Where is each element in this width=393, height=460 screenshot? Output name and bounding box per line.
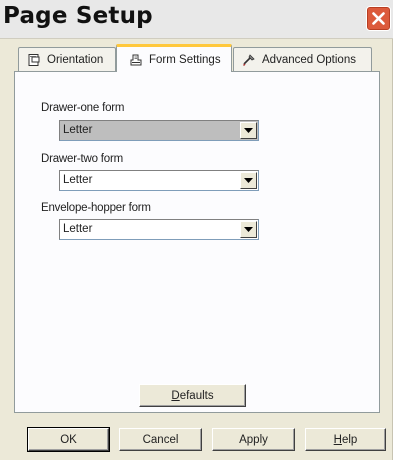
cancel-button[interactable]: Cancel — [119, 428, 202, 451]
form-settings-panel: Drawer-one form Letter Drawer-two form L… — [14, 71, 380, 413]
chevron-down-icon — [244, 178, 253, 183]
orientation-icon — [28, 53, 40, 66]
help-button[interactable]: Help — [305, 428, 386, 451]
help-button-label: Help — [333, 433, 358, 446]
tab-form-settings[interactable]: Form Settings — [116, 44, 232, 72]
cancel-button-label: Cancel — [142, 433, 179, 446]
drawer-two-form-value: Letter — [63, 174, 93, 186]
close-icon — [372, 12, 385, 25]
envelope-hopper-form-value: Letter — [63, 223, 93, 235]
title-bar[interactable]: Page Setup — [0, 0, 393, 39]
advanced-options-icon — [242, 53, 255, 66]
drawer-two-dropdown-button[interactable] — [240, 172, 257, 189]
ok-button-label: OK — [60, 433, 77, 446]
defaults-button-label: Defaults — [171, 389, 214, 402]
close-button[interactable] — [366, 6, 391, 31]
ok-button[interactable]: OK — [27, 427, 110, 452]
envelope-hopper-dropdown-button[interactable] — [240, 221, 257, 238]
apply-button-label: Apply — [239, 433, 268, 446]
tab-advanced-options-label: Advanced Options — [262, 53, 356, 66]
drawer-two-form-select[interactable]: Letter — [59, 170, 259, 191]
tab-advanced-options[interactable]: Advanced Options — [233, 47, 372, 71]
defaults-button[interactable]: Defaults — [139, 384, 246, 407]
chevron-down-icon — [244, 128, 253, 133]
drawer-one-form-select[interactable]: Letter — [59, 120, 259, 141]
page-setup-dialog: Page Setup Orientation Form Settings Adv… — [0, 0, 393, 460]
apply-button[interactable]: Apply — [212, 428, 295, 451]
tab-orientation[interactable]: Orientation — [18, 47, 116, 71]
drawer-one-form-label: Drawer-one form — [41, 102, 125, 114]
drawer-one-form-value: Letter — [63, 124, 93, 136]
window-title: Page Setup — [3, 3, 153, 29]
drawer-one-dropdown-button[interactable] — [240, 122, 257, 139]
tab-form-settings-label: Form Settings — [149, 53, 221, 66]
drawer-two-form-label: Drawer-two form — [41, 153, 123, 165]
form-settings-icon — [130, 54, 142, 65]
envelope-hopper-form-select[interactable]: Letter — [59, 219, 259, 240]
envelope-hopper-form-label: Envelope-hopper form — [41, 202, 151, 214]
chevron-down-icon — [244, 227, 253, 232]
tab-orientation-label: Orientation — [47, 53, 104, 66]
